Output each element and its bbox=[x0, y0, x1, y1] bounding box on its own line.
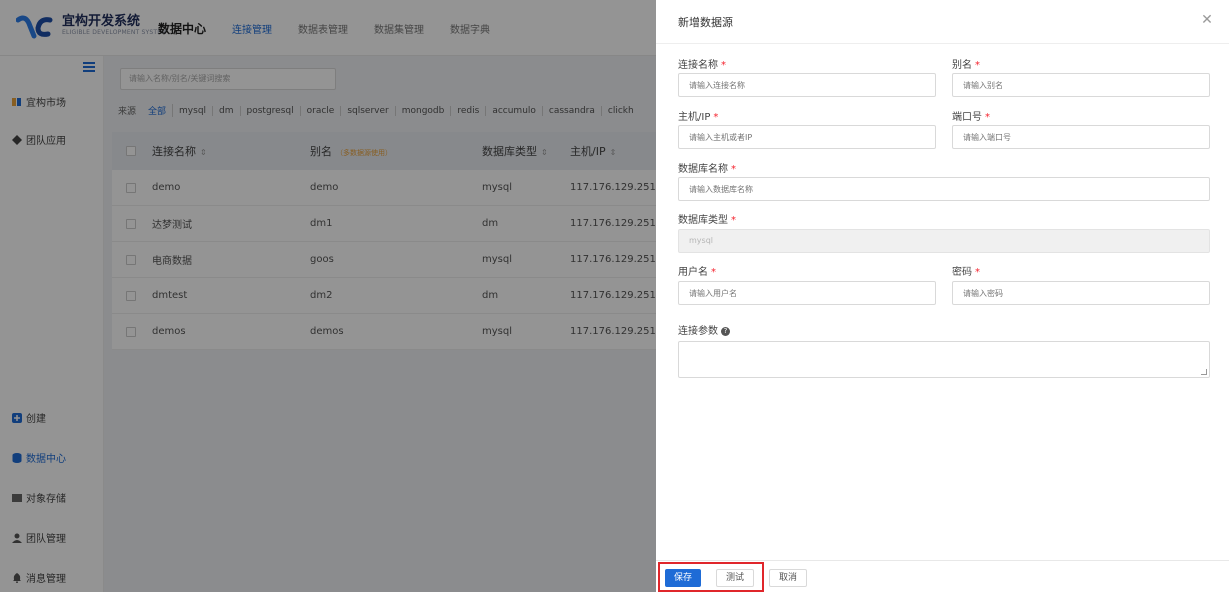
save-button[interactable]: 保存 bbox=[665, 569, 701, 587]
drawer-footer: 保存 测试 取消 bbox=[656, 560, 1229, 592]
question-icon[interactable]: ? bbox=[721, 326, 730, 336]
required-mark: * bbox=[975, 267, 980, 278]
conn-name-input[interactable] bbox=[678, 73, 936, 97]
required-mark: * bbox=[975, 60, 980, 71]
params-label-text: 连接参数 bbox=[678, 326, 718, 337]
required-mark: * bbox=[713, 112, 719, 123]
port-label: 端口号 * bbox=[952, 108, 990, 123]
username-input[interactable] bbox=[678, 281, 936, 305]
host-label: 主机/IP * bbox=[678, 108, 718, 123]
host-input[interactable] bbox=[678, 125, 936, 149]
db-name-label-text: 数据库名称 bbox=[678, 164, 728, 175]
params-label: 连接参数? bbox=[678, 322, 730, 337]
port-input[interactable] bbox=[952, 125, 1210, 149]
db-type-label-text: 数据库类型 bbox=[678, 215, 728, 226]
test-button[interactable]: 测试 bbox=[716, 569, 754, 587]
modal-mask[interactable] bbox=[0, 0, 656, 592]
password-label: 密码 * bbox=[952, 263, 980, 278]
close-icon[interactable]: ✕ bbox=[1199, 12, 1215, 28]
db-type-field: mysql bbox=[678, 229, 1210, 253]
db-name-label: 数据库名称 * bbox=[678, 160, 736, 175]
required-mark: * bbox=[731, 215, 736, 226]
alias-input[interactable] bbox=[952, 73, 1210, 97]
username-label-text: 用户名 bbox=[678, 267, 708, 278]
required-mark: * bbox=[985, 112, 990, 123]
new-datasource-drawer: 新增数据源 ✕ 连接名称* 别名* 主机/IP* 端口号* 数据库名称* 数据库… bbox=[656, 0, 1229, 592]
required-mark: * bbox=[711, 267, 716, 278]
port-label-text: 端口号 bbox=[952, 112, 982, 123]
conn-name-label: 连接名称 * bbox=[678, 56, 726, 71]
resize-handle-icon[interactable] bbox=[1201, 369, 1207, 375]
password-label-text: 密码 bbox=[952, 267, 972, 278]
required-mark: * bbox=[731, 164, 736, 175]
password-input[interactable] bbox=[952, 281, 1210, 305]
required-mark: * bbox=[721, 60, 726, 71]
drawer-title: 新增数据源 bbox=[678, 16, 733, 29]
db-name-input[interactable] bbox=[678, 177, 1210, 201]
username-label: 用户名 * bbox=[678, 263, 716, 278]
host-label-text: 主机/IP bbox=[678, 112, 711, 123]
drawer-header: 新增数据源 ✕ bbox=[656, 0, 1229, 44]
db-type-label: 数据库类型 * bbox=[678, 211, 736, 226]
alias-label: 别名 * bbox=[952, 56, 980, 71]
alias-label-text: 别名 bbox=[952, 60, 972, 71]
cancel-button[interactable]: 取消 bbox=[769, 569, 807, 587]
conn-name-label-text: 连接名称 bbox=[678, 60, 718, 71]
params-textarea[interactable] bbox=[678, 341, 1210, 378]
